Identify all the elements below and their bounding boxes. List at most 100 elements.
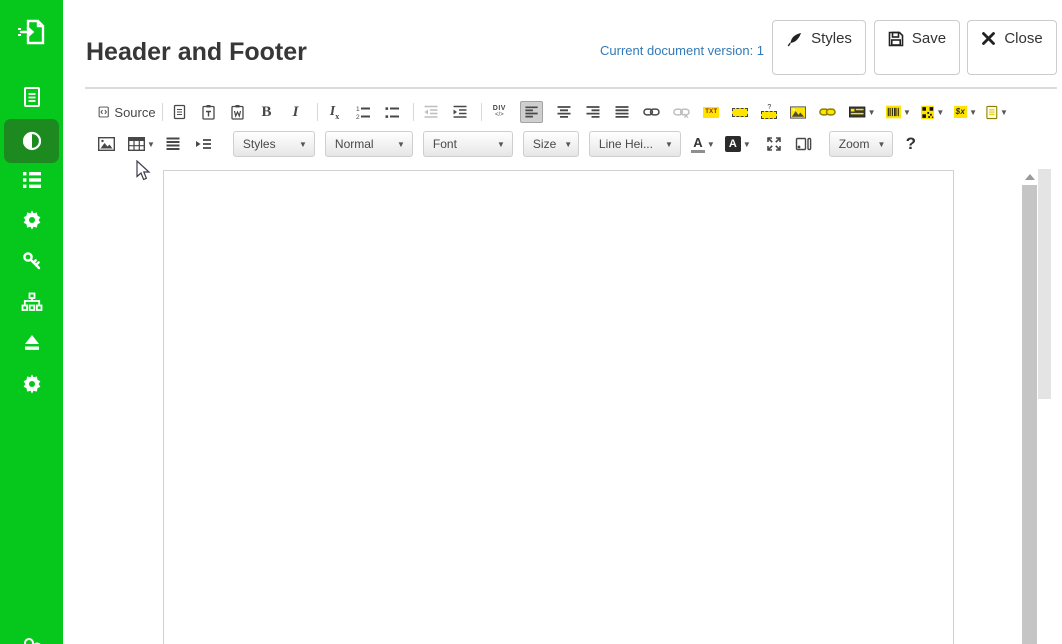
toolbar-row-1: Source B I Ix	[98, 99, 1018, 125]
source-button-label: Source	[114, 105, 155, 120]
dropdown-caret: ▼	[743, 140, 751, 149]
help-icon: ?	[906, 134, 916, 154]
editor-content-area[interactable]	[163, 170, 954, 644]
mouse-cursor	[136, 160, 151, 182]
line-spacing-icon	[165, 136, 181, 152]
link-icon	[643, 106, 660, 118]
sidebar-item-partial-bottom[interactable]	[0, 630, 63, 644]
unlink-button[interactable]	[673, 101, 690, 123]
save-button[interactable]: Save	[874, 20, 960, 75]
sitemap-icon	[21, 292, 43, 312]
styles-button[interactable]: Styles	[772, 20, 866, 75]
close-button-label: Close	[1004, 30, 1042, 47]
svg-text:2: 2	[356, 114, 360, 120]
close-button[interactable]: Close	[967, 20, 1057, 75]
insert-document-button[interactable]: ▼	[986, 101, 1008, 123]
toolbar-row-2: ▼ Styles ▼ Normal ▼ Font ▼ Size ▼	[98, 129, 1018, 159]
page-scrollbar-thumb[interactable]	[1038, 169, 1051, 399]
show-blocks-button[interactable]	[795, 133, 812, 155]
save-icon	[888, 31, 904, 47]
insert-conditional-field-button[interactable]: ?	[761, 101, 777, 123]
svg-text:1: 1	[356, 106, 360, 113]
sidebar-item-sitemap[interactable]	[0, 284, 63, 320]
header-divider	[85, 87, 1057, 89]
line-spacing-button[interactable]	[165, 133, 181, 155]
dropdown-caret: ▼	[147, 140, 155, 149]
insert-field-button[interactable]	[732, 101, 748, 123]
sidebar-item-logo[interactable]	[0, 12, 63, 52]
insert-text-placeholder-button[interactable]: TXT	[703, 101, 719, 123]
link-button[interactable]	[643, 101, 660, 123]
decrease-indent-icon	[423, 104, 439, 120]
decrease-indent-button[interactable]	[423, 101, 439, 123]
close-icon	[981, 31, 996, 46]
toolbar-separator	[317, 103, 318, 121]
font-combo-label: Font	[433, 137, 457, 151]
sidebar-item-contrast-active[interactable]	[4, 119, 59, 163]
italic-icon: I	[293, 104, 299, 121]
insert-link-placeholder-button[interactable]	[819, 101, 836, 123]
insert-barcode-button[interactable]: ▼	[886, 101, 911, 123]
justify-button[interactable]	[614, 101, 630, 123]
help-button[interactable]: ?	[903, 133, 919, 155]
insert-formula-button[interactable]: $x ▼	[954, 101, 976, 123]
new-page-button[interactable]	[172, 101, 188, 123]
dropdown-caret: ▼	[1000, 108, 1008, 117]
scrollbar-up-arrow[interactable]	[1025, 174, 1035, 180]
paste-word-button[interactable]	[230, 101, 246, 123]
sidebar-item-documents[interactable]	[0, 79, 63, 115]
source-button[interactable]: Source	[98, 101, 156, 123]
font-combo[interactable]: Font ▼	[423, 131, 513, 157]
div-container-button[interactable]: DIV</>	[491, 101, 507, 123]
sidebar-item-upload[interactable]	[0, 325, 63, 361]
paste-text-button[interactable]	[201, 101, 217, 123]
bold-button[interactable]: B	[259, 101, 275, 123]
page-title: Header and Footer	[86, 38, 307, 67]
indent-block-button[interactable]	[194, 133, 212, 155]
scrollbar-thumb[interactable]	[1022, 185, 1037, 644]
increase-indent-button[interactable]	[452, 101, 468, 123]
editor-scrollbar[interactable]	[1022, 168, 1037, 644]
align-center-button[interactable]	[556, 101, 572, 123]
insert-qrcode-button[interactable]: ▼	[921, 101, 944, 123]
align-left-button[interactable]	[520, 101, 543, 123]
insert-form-placeholder-button[interactable]: ▼	[849, 101, 875, 123]
align-right-button[interactable]	[585, 101, 601, 123]
styles-combo[interactable]: Styles ▼	[233, 131, 315, 157]
dropdown-caret: ▼	[936, 108, 944, 117]
bullet-list-button[interactable]	[384, 101, 400, 123]
link-placeholder-icon	[819, 106, 836, 118]
unlink-icon	[673, 106, 690, 119]
line-height-combo-label: Line Hei...	[599, 137, 653, 151]
maximize-button[interactable]	[766, 133, 782, 155]
gear-icon	[21, 209, 43, 231]
list-icon	[21, 170, 43, 190]
zoom-combo-label: Zoom	[839, 137, 870, 151]
users-partial-icon	[20, 633, 44, 644]
image-placeholder-icon	[790, 106, 806, 119]
bullet-list-icon	[384, 104, 400, 120]
upload-icon	[21, 333, 43, 353]
text-color-button[interactable]: A ▼	[691, 133, 715, 155]
format-combo[interactable]: Normal ▼	[325, 131, 413, 157]
key-icon	[21, 250, 43, 272]
zoom-combo[interactable]: Zoom ▼	[829, 131, 893, 157]
sidebar-item-keys[interactable]	[0, 243, 63, 279]
increase-indent-icon	[452, 104, 468, 120]
sidebar-item-list[interactable]	[0, 162, 63, 198]
insert-image-button[interactable]	[98, 133, 115, 155]
italic-button[interactable]: I	[288, 101, 304, 123]
remove-format-button[interactable]: Ix	[326, 101, 342, 123]
numbered-list-button[interactable]: 12	[355, 101, 371, 123]
line-height-combo[interactable]: Line Hei... ▼	[589, 131, 681, 157]
justify-icon	[614, 104, 630, 120]
insert-image-placeholder-button[interactable]	[790, 101, 806, 123]
insert-table-button[interactable]: ▼	[128, 133, 155, 155]
logo-document-export-icon	[15, 15, 49, 49]
size-combo[interactable]: Size ▼	[523, 131, 579, 157]
sidebar-item-settings[interactable]	[0, 202, 63, 238]
sidebar-item-preferences[interactable]	[0, 366, 63, 402]
dropdown-caret: ▼	[665, 140, 673, 149]
form-placeholder-icon	[849, 106, 865, 118]
background-color-button[interactable]: A ▼	[725, 133, 751, 155]
